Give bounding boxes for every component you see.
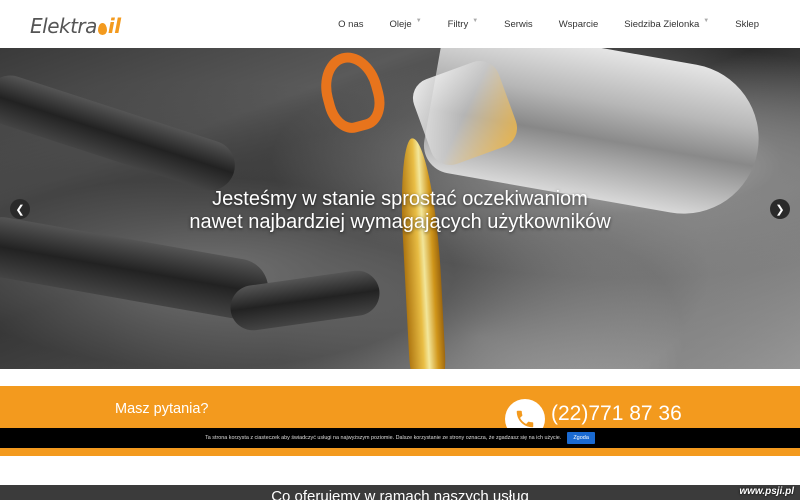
services-section: Co oferujemy w ramach naszych usług xyxy=(0,485,800,500)
nav-item-label: O nas xyxy=(338,18,364,30)
slider-prev-button[interactable]: ❮ xyxy=(10,199,30,219)
contact-phone-number[interactable]: (22)771 87 36 xyxy=(551,402,682,426)
nav-item-filtry[interactable]: Filtry ▼ xyxy=(435,18,492,30)
hero-title-line: Jesteśmy w stanie sprostać oczekiwaniom xyxy=(212,188,588,210)
main-nav: O nas Oleje ▼ Filtry ▼ Serwis Wsparcie Sie… xyxy=(325,0,772,48)
nav-item-wsparcie[interactable]: Wsparcie xyxy=(546,19,612,30)
nav-item-label: Serwis xyxy=(504,18,533,30)
engine-hose-image xyxy=(0,69,242,197)
nav-item-label: Wsparcie xyxy=(558,18,599,30)
site-logo[interactable]: Elektra il xyxy=(30,10,121,38)
logo-text: Elektra xyxy=(30,14,97,38)
nav-item-label: Siedziba Zielonka xyxy=(624,18,700,30)
chevron-down-icon: ▼ xyxy=(472,18,479,24)
cookie-accept-button[interactable]: Zgoda xyxy=(567,432,595,444)
chevron-down-icon: ▼ xyxy=(415,18,422,24)
slider-next-button[interactable]: ❯ xyxy=(770,199,790,219)
cookie-text: Ta strona korzysta z ciasteczek aby świa… xyxy=(205,435,562,441)
nav-item-label: Sklep xyxy=(735,18,759,30)
nav-item-label: Oleje xyxy=(389,18,412,30)
contact-question: Masz pytania? xyxy=(115,401,209,417)
nav-item-oleje[interactable]: Oleje ▼ xyxy=(377,18,435,30)
section-spacer xyxy=(0,369,800,386)
oil-drop-icon xyxy=(97,23,107,35)
section-spacer xyxy=(0,456,800,485)
oil-cap-image xyxy=(312,48,392,139)
nav-item-serwis[interactable]: Serwis xyxy=(491,19,546,30)
nav-item-label: Filtry xyxy=(447,18,469,30)
site-header: Elektra il O nas Oleje ▼ Filtry ▼ Serwis Ws… xyxy=(0,0,800,48)
hero-title-line: nawet najbardziej wymagających użytkowni… xyxy=(189,211,611,233)
nav-item-siedziba-zielonka[interactable]: Siedziba Zielonka ▼ xyxy=(611,18,722,30)
nav-item-o-nas[interactable]: O nas xyxy=(325,19,376,30)
chevron-left-icon: ❮ xyxy=(15,203,25,216)
chevron-down-icon: ▼ xyxy=(703,18,710,24)
watermark: www.psji.pl xyxy=(739,486,794,497)
hero-slider: Jesteśmy w stanie sprostać oczekiwaniom … xyxy=(0,48,800,369)
services-title: Co oferujemy w ramach naszych usług xyxy=(271,488,529,500)
logo-text-accent: il xyxy=(107,14,121,38)
cookie-bar: Ta strona korzysta z ciasteczek aby świa… xyxy=(0,428,800,448)
chevron-right-icon: ❯ xyxy=(775,203,785,216)
oil-stream-image xyxy=(397,137,447,369)
hero-title: Jesteśmy w stanie sprostać oczekiwaniom … xyxy=(0,188,800,234)
nav-item-sklep[interactable]: Sklep xyxy=(722,19,772,30)
